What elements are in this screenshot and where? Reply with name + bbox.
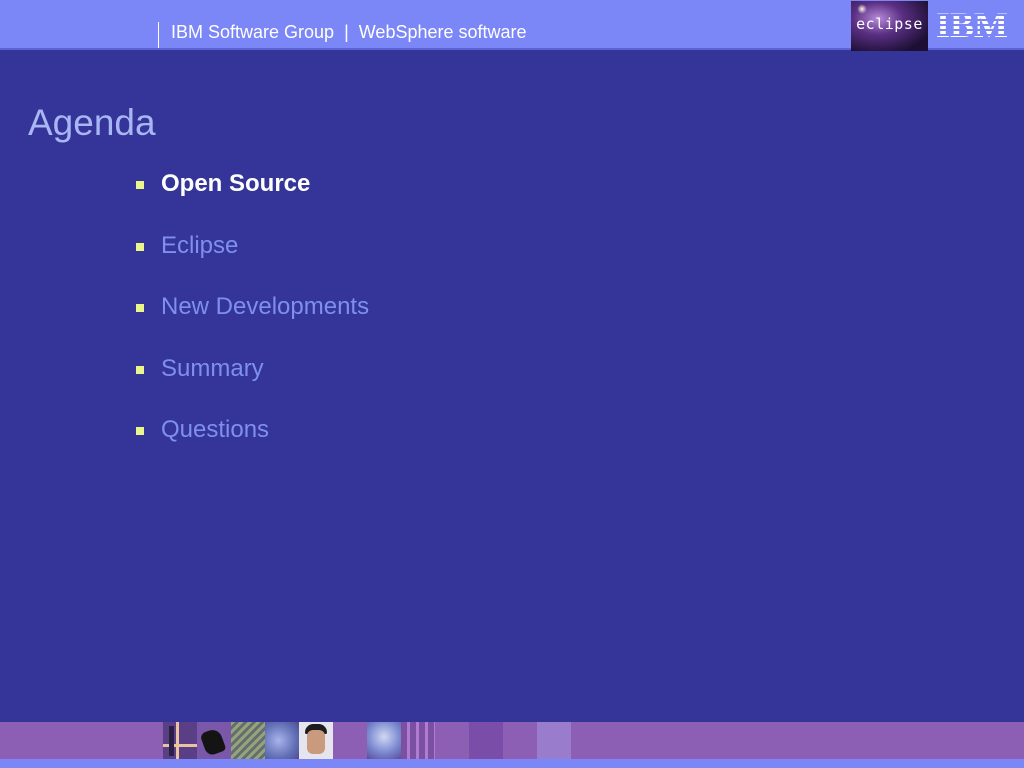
footer-tile-cross-icon bbox=[163, 722, 197, 759]
agenda-item-label: Eclipse bbox=[161, 231, 239, 259]
bullet-square-icon bbox=[136, 181, 144, 189]
agenda-item-questions: Questions bbox=[136, 416, 369, 478]
header-title: IBM Software Group | WebSphere software bbox=[158, 16, 527, 48]
agenda-item-label: New Developments bbox=[161, 293, 370, 320]
ibm-logo-text: IBM bbox=[936, 6, 1008, 42]
agenda-item-eclipse: Eclipse bbox=[136, 232, 369, 294]
bullet-square-icon bbox=[136, 304, 144, 312]
header-separator: | bbox=[344, 21, 349, 42]
footer-tile-block-icon bbox=[469, 722, 503, 759]
agenda-item-label: Open Source bbox=[161, 170, 311, 197]
footer-tile-texture-icon bbox=[265, 722, 299, 759]
eclipse-flare-icon bbox=[857, 4, 867, 14]
eclipse-logo-text: eclipse bbox=[856, 15, 923, 33]
agenda-item-new-developments: New Developments bbox=[136, 293, 369, 355]
agenda-item-summary: Summary bbox=[136, 355, 369, 417]
footer-tile-map-icon bbox=[367, 722, 401, 759]
bullet-square-icon bbox=[136, 242, 144, 251]
agenda-item-open-source: Open Source bbox=[136, 170, 369, 232]
header-group-label: IBM Software Group bbox=[171, 21, 335, 42]
footer-line bbox=[0, 759, 1024, 768]
bullet-square-icon bbox=[136, 365, 144, 374]
footer-band bbox=[0, 722, 1024, 759]
agenda-list: Open Source Eclipse New Developments Sum… bbox=[136, 170, 369, 478]
eclipse-logo: eclipse bbox=[851, 1, 928, 51]
header-product-label: WebSphere software bbox=[358, 21, 527, 42]
agenda-item-label: Summary bbox=[161, 354, 264, 382]
ibm-logo: IBM bbox=[936, 6, 1008, 42]
footer-tile-stripes-icon bbox=[401, 722, 435, 759]
footer-tile-block-light-icon bbox=[537, 722, 571, 759]
bullet-square-icon bbox=[136, 427, 144, 435]
agenda-item-label: Questions bbox=[161, 416, 270, 443]
header-bar-divider bbox=[158, 22, 159, 48]
footer-tile-hand-icon bbox=[197, 722, 231, 759]
footer-tile-building-icon bbox=[231, 722, 265, 759]
slide-title: Agenda bbox=[28, 102, 156, 143]
footer-tile-portrait-icon bbox=[299, 722, 333, 759]
slide: IBM Software Group | WebSphere software … bbox=[0, 0, 1024, 768]
